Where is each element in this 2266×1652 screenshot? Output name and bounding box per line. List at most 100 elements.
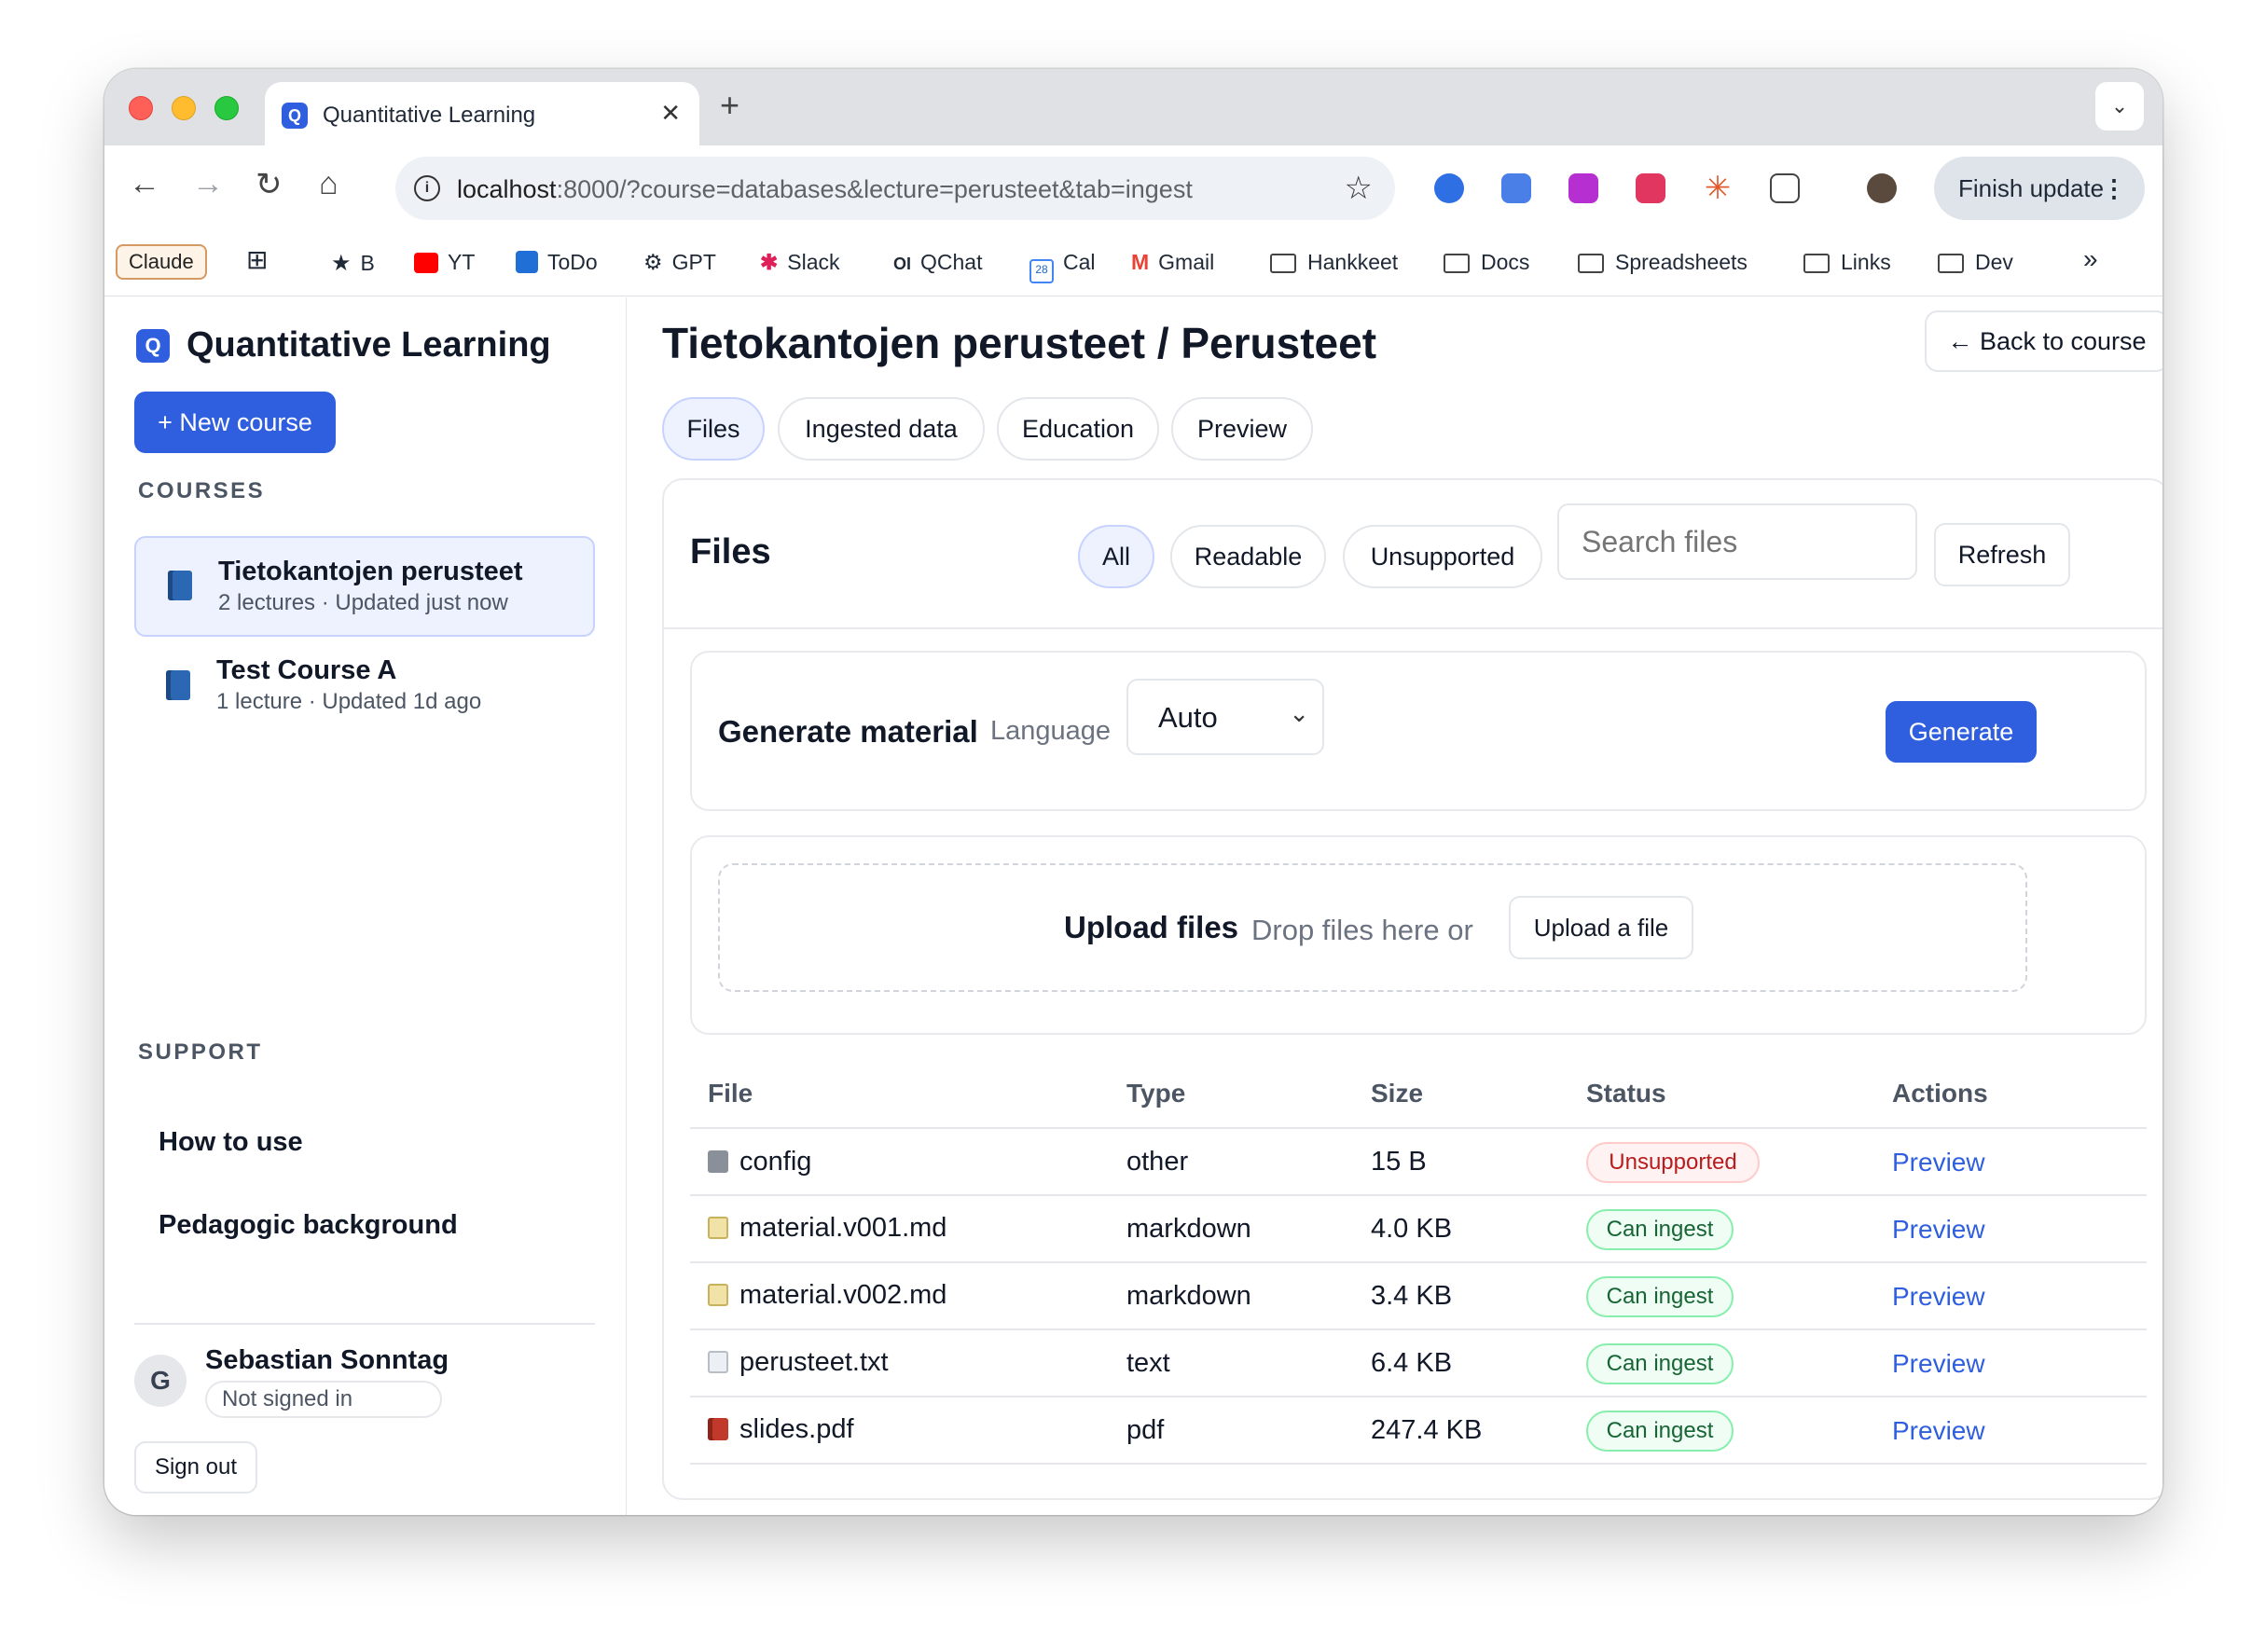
sidebar: Q Quantitative Learning + New course COU… [104,297,627,1515]
extension-claude-icon[interactable]: ✳ [1703,172,1733,204]
generate-button[interactable]: Generate [1886,701,2037,763]
tab-education[interactable]: Education [997,397,1159,461]
tab-files[interactable]: Files [662,397,765,461]
course-meta: 1 lecture · Updated 1d ago [216,689,482,714]
back-arrow-icon[interactable]: ← [129,166,160,202]
tab-preview[interactable]: Preview [1171,397,1313,461]
column-header-size: Size [1371,1079,1424,1108]
size-cell: 247.4 KB [1371,1415,1483,1445]
column-header-type: Type [1126,1079,1186,1108]
slack-icon: ✱ [760,250,779,274]
filter-all[interactable]: All [1078,525,1154,588]
language-select-value: Auto [1158,701,1218,734]
file-cell: material.v002.md [708,1280,946,1311]
close-window-button[interactable] [129,96,153,120]
minimize-window-button[interactable] [172,96,196,120]
refresh-button[interactable]: Refresh [1934,523,2070,586]
filter-readable[interactable]: Readable [1170,525,1326,588]
url-path: :8000/?course=databases&lecture=perustee… [556,175,1193,203]
drop-zone[interactable]: Upload files Drop files here or Upload a… [718,863,2027,992]
bookmark-star-icon[interactable]: ☆ [1345,170,1373,207]
course-item-tietokantojen-perusteet[interactable]: Tietokantojen perusteet 2 lectures · Upd… [134,536,595,637]
app-favicon-icon: Q [282,103,308,129]
bookmark-claude[interactable]: Claude [116,244,207,280]
file-name: slides.pdf [739,1414,854,1444]
new-tab-icon[interactable]: + [720,86,739,125]
tab-close-icon[interactable]: ✕ [660,99,681,128]
column-header-actions: Actions [1892,1079,1988,1108]
extension-download-icon[interactable] [1568,173,1598,203]
bookmark-folder-docs[interactable]: Docs [1444,250,1529,275]
support-link-how-to-use[interactable]: How to use [159,1127,303,1158]
bookmark-gmail[interactable]: M Gmail [1131,250,1214,275]
preview-link[interactable]: Preview [1892,1349,1985,1379]
size-cell: 3.4 KB [1371,1281,1453,1311]
extension-drive-icon[interactable] [1434,173,1464,203]
generate-material-card: Generate material Language Auto ⌄ Genera… [690,651,2147,811]
sign-in-status-badge: Not signed in [205,1381,442,1418]
size-cell: 4.0 KB [1371,1214,1453,1244]
browser-tab[interactable]: Q Quantitative Learning ✕ [265,82,699,147]
column-header-file: File [708,1079,753,1108]
type-cell: text [1126,1348,1170,1378]
table-row: perusteet.txt text 6.4 KB Can ingest Pre… [690,1330,2147,1397]
brand-title: Quantitative Learning [187,325,551,365]
file-cell: material.v001.md [708,1213,946,1244]
sign-out-button[interactable]: Sign out [134,1441,257,1494]
file-cell: perusteet.txt [708,1347,889,1378]
preview-link[interactable]: Preview [1892,1416,1985,1446]
youtube-icon [414,253,438,273]
extension-translate-icon[interactable] [1501,173,1531,203]
tab-ingested-data[interactable]: Ingested data [778,397,985,461]
preview-link[interactable]: Preview [1892,1282,1985,1312]
finish-update-button[interactable]: Finish update ⋮ [1934,157,2145,220]
back-to-course-button[interactable]: ← Back to course [1925,310,2162,372]
tab-strip: Q Quantitative Learning ✕ + ⌄ [104,69,2162,147]
profile-avatar-icon[interactable] [1867,173,1897,203]
gmail-icon: M [1131,250,1150,274]
apps-grid-icon[interactable]: ⊞ [246,244,268,275]
bookmark-cal[interactable]: 28 Cal [1029,250,1096,283]
extensions-puzzle-icon[interactable] [1770,173,1800,203]
user-name: Sebastian Sonntag [205,1345,449,1375]
status-badge: Can ingest [1586,1411,1734,1452]
url-text[interactable]: localhost:8000/?course=databases&lecture… [457,175,1193,204]
browser-toolbar: ← → ↻ ⌂ i localhost:8000/?course=databas… [104,145,2162,229]
extension-grid-icon[interactable] [1636,173,1665,203]
bookmark-slack[interactable]: ✱ Slack [760,250,840,275]
new-course-button[interactable]: + New course [134,392,336,453]
kebab-menu-icon[interactable]: ⋮ [2102,157,2126,220]
bookmark-b[interactable]: ★ B [331,250,375,277]
bookmark-folder-links[interactable]: Links [1803,250,1891,275]
tab-title: Quantitative Learning [323,103,536,128]
site-info-icon[interactable]: i [414,175,440,201]
upload-file-button[interactable]: Upload a file [1509,896,1693,959]
reload-icon[interactable]: ↻ [256,166,283,203]
tab-search-chevron-icon[interactable]: ⌄ [2095,82,2144,131]
bookmark-label: Docs [1481,250,1530,274]
search-files-input[interactable] [1557,503,1917,580]
preview-link[interactable]: Preview [1892,1148,1985,1177]
bookmark-folder-dev[interactable]: Dev [1938,250,2013,275]
status-badge: Unsupported [1586,1142,1760,1183]
language-select[interactable]: Auto ⌄ [1126,679,1324,755]
forward-arrow-icon[interactable]: → [192,166,224,202]
bookmark-gpt[interactable]: ⚙ GPT [643,250,716,275]
filter-unsupported[interactable]: Unsupported [1343,525,1542,588]
preview-link[interactable]: Preview [1892,1215,1985,1245]
course-item-test-course-a[interactable]: Test Course A 1 lecture · Updated 1d ago [134,637,595,734]
bookmark-todo[interactable]: ToDo [516,250,598,275]
bookmark-folder-spreadsheets[interactable]: Spreadsheets [1578,250,1748,275]
support-link-pedagogic-background[interactable]: Pedagogic background [159,1210,458,1241]
file-cell: config [708,1147,811,1177]
trello-icon [516,251,538,273]
bookmark-folder-hankkeet[interactable]: Hankkeet [1270,250,1398,275]
bookmark-yt[interactable]: YT [414,250,475,275]
bookmark-qchat[interactable]: OI QChat [893,250,983,275]
maximize-window-button[interactable] [214,96,239,120]
finish-update-label: Finish update [1958,174,2105,202]
address-bar[interactable]: i localhost:8000/?course=databases&lectu… [395,157,1395,220]
file-name: material.v001.md [739,1213,947,1243]
more-bookmarks-chevron-icon[interactable]: » [2083,244,2098,274]
home-icon[interactable]: ⌂ [319,166,339,202]
